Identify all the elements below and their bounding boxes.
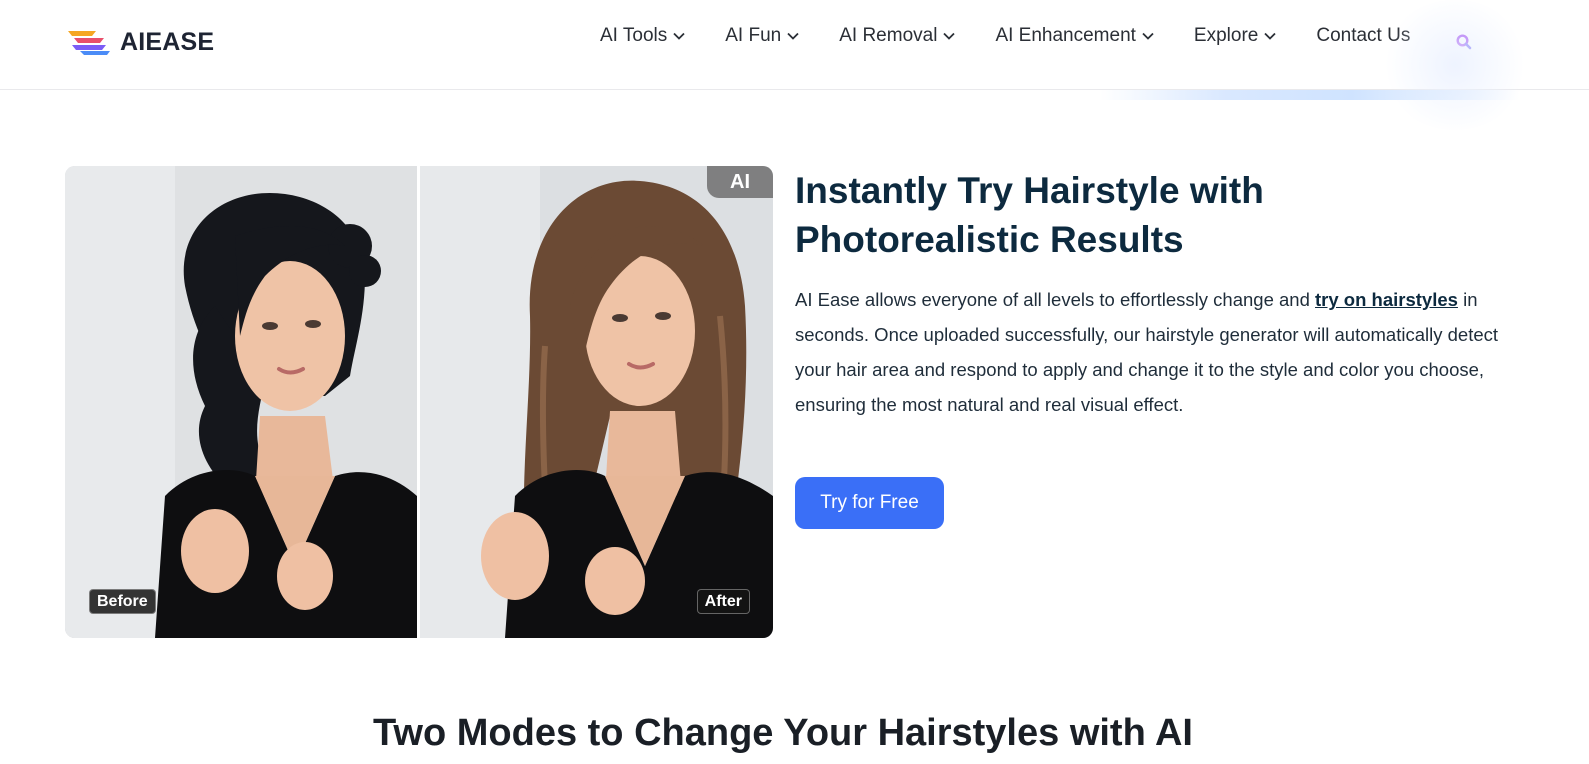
nav-label: AI Fun [725,25,782,46]
before-after-comparison: Before AI After [65,166,773,638]
logo-icon [68,31,110,55]
before-portrait-illustration [65,166,417,638]
section-title: Two Modes to Change Your Hairstyles with… [373,712,1193,754]
after-portrait-illustration [420,166,773,638]
nav-ai-enhancement[interactable]: AI Enhancement [995,25,1154,47]
nav-label: AI Enhancement [995,25,1136,46]
site-header: AIEASE AI Tools AI Fun AI Removal AI Enh… [0,0,1589,90]
hero-description: AI Ease allows everyone of all levels to… [795,282,1515,422]
hero-title: Instantly Try Hairstyle with Photorealis… [795,170,1264,260]
brand-name: AIEASE [120,27,215,56]
desc-text-start: AI Ease allows everyone of all levels to… [795,289,1316,310]
chevron-down-icon [787,32,799,40]
try-on-hairstyles-link[interactable]: try on hairstyles [1315,289,1458,310]
chevron-down-icon [673,32,685,40]
nav-label: AI Tools [600,25,668,46]
ai-badge: AI [707,166,773,198]
chevron-down-icon [1142,32,1154,40]
nav-label: Explore [1193,25,1259,46]
main-nav: AI Tools AI Fun AI Removal AI Enhancemen… [600,24,1410,48]
nav-ai-fun[interactable]: AI Fun [725,25,799,47]
decorative-gradient-bar [1100,90,1520,100]
chevron-down-icon [1264,32,1276,40]
before-image: Before [65,166,417,638]
nav-ai-removal[interactable]: AI Removal [839,25,956,47]
nav-explore[interactable]: Explore [1194,25,1276,47]
chevron-down-icon [943,32,956,40]
decorative-glow [1380,0,1530,130]
after-image: AI After [420,166,773,638]
after-label: After [696,589,750,614]
try-for-free-button[interactable]: Try for Free [795,477,944,529]
nav-label: AI Removal [839,25,938,46]
nav-ai-tools[interactable]: AI Tools [600,25,685,47]
brand-logo[interactable]: AIEASE [66,26,214,58]
before-label: Before [89,589,156,614]
